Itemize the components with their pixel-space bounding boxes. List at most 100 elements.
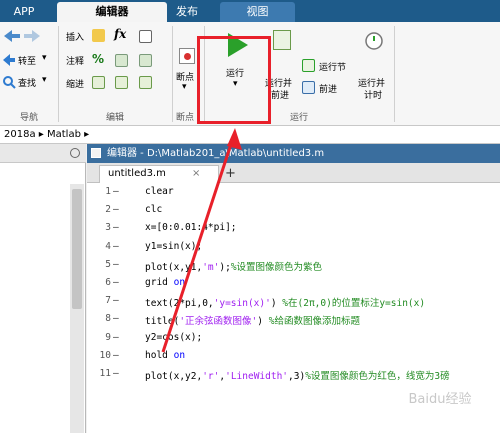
- run-section-icon: [302, 59, 315, 72]
- percent-icon: %: [92, 52, 105, 66]
- comment-button[interactable]: 注释 %: [62, 52, 110, 68]
- panel-menu-icon[interactable]: [70, 148, 80, 158]
- breakpoint-marker[interactable]: —: [113, 295, 119, 306]
- path-separator: ▸: [84, 129, 90, 140]
- code-text: hold on: [145, 349, 186, 361]
- code-text: clc: [145, 204, 163, 216]
- breakpoint-marker[interactable]: —: [113, 241, 119, 252]
- line-number: 4: [105, 240, 111, 252]
- add-tab-button[interactable]: +: [225, 166, 241, 182]
- line-number: 5: [105, 258, 111, 270]
- run-advance-label-2: 前进: [271, 91, 290, 101]
- breakpoint-marker[interactable]: —: [113, 332, 119, 343]
- tab-view[interactable]: 视图: [220, 2, 295, 22]
- breakpoint-marker[interactable]: —: [113, 277, 119, 288]
- ribbon-tab-strip: APP 编辑器 发布 视图: [0, 0, 500, 22]
- scrollbar-thumb[interactable]: [72, 189, 82, 309]
- line-number: 7: [105, 295, 111, 307]
- breakpoints-button[interactable]: 断点 ▾: [176, 48, 198, 98]
- uncomment-icon[interactable]: [115, 54, 128, 67]
- breakpoint-marker[interactable]: —: [113, 368, 119, 379]
- decrease-indent-icon[interactable]: [139, 76, 152, 89]
- code-line[interactable]: 5— plot(x,y1,'m');%设置图像颜色为紫色: [87, 259, 500, 277]
- insert-section-icon[interactable]: [139, 30, 152, 43]
- advance-button[interactable]: 前进: [302, 80, 352, 96]
- highlight-box: [197, 36, 271, 124]
- insert-icon: [92, 29, 105, 42]
- line-number: 3: [105, 222, 111, 234]
- group-label-edit: 编辑: [105, 113, 124, 123]
- indent-button[interactable]: 缩进: [62, 75, 110, 91]
- breakpoint-marker[interactable]: —: [113, 222, 119, 233]
- advance-icon: [302, 81, 315, 94]
- wrap-comments-icon[interactable]: [139, 54, 152, 67]
- breakpoint-marker[interactable]: —: [113, 350, 119, 361]
- breakpoint-icon: [179, 48, 195, 64]
- run-and-time-button[interactable]: 运行并 计时: [356, 26, 392, 102]
- go-to-label: 转至: [18, 57, 37, 67]
- back-arrow-icon: [4, 30, 40, 42]
- go-to-arrow-icon: [3, 54, 15, 66]
- back-forward-buttons[interactable]: [2, 28, 42, 44]
- watermark: Baidu经验: [408, 392, 472, 407]
- path-segment-version[interactable]: 2018a: [4, 129, 36, 140]
- close-icon[interactable]: ×: [192, 166, 200, 182]
- code-text: clear: [145, 186, 174, 197]
- line-number: 11: [99, 368, 111, 379]
- line-number: 1: [105, 186, 111, 197]
- code-text: x=[0:0.01:4*pi];: [145, 222, 237, 234]
- insert-button[interactable]: 插入: [62, 28, 110, 44]
- panel-header: [0, 144, 86, 163]
- indent-label: 缩进: [66, 80, 85, 90]
- run-time-label-2: 计时: [364, 91, 383, 101]
- code-text: grid on: [145, 277, 186, 288]
- run-section-button[interactable]: 运行节: [302, 58, 352, 74]
- smart-indent-icon: [92, 76, 105, 89]
- divider: [394, 26, 395, 122]
- code-text: plot(x,y2,'r','LineWidth',3)%设置图像颜色为红色，线…: [145, 371, 450, 382]
- breakpoint-marker[interactable]: —: [113, 204, 119, 215]
- code-line[interactable]: 7— text(2*pi,0,'y=sin(x)') %在(2π,0)的位置标注y…: [87, 295, 500, 313]
- code-text: y2=cos(x);: [145, 331, 203, 343]
- group-label-navigation: 导航: [19, 113, 38, 123]
- code-line[interactable]: 6— grid on: [87, 277, 500, 295]
- code-text: y1=sin(x);: [145, 240, 203, 252]
- run-section-label: 运行节: [319, 63, 347, 73]
- breakpoint-marker[interactable]: —: [113, 313, 119, 324]
- go-to-button[interactable]: 转至 ▾: [2, 52, 50, 68]
- code-line[interactable]: 10— hold on: [87, 350, 500, 368]
- breakpoint-marker[interactable]: —: [113, 259, 119, 270]
- increase-indent-icon[interactable]: [115, 76, 128, 89]
- line-number: 9: [105, 331, 111, 343]
- code-line[interactable]: 2— clc: [87, 204, 500, 222]
- group-label-breakpoint: 断点: [175, 113, 194, 123]
- tab-app[interactable]: APP: [0, 2, 48, 22]
- line-number: 6: [105, 277, 111, 288]
- chevron-down-icon: ▾: [42, 75, 47, 85]
- tab-editor[interactable]: 编辑器: [57, 2, 167, 22]
- chevron-down-icon: ▾: [182, 82, 187, 92]
- function-button[interactable]: fx: [114, 27, 136, 45]
- line-number: 10: [99, 349, 111, 361]
- code-text: plot(x,y1,'m');%设置图像颜色为紫色: [145, 261, 323, 273]
- find-button[interactable]: 查找 ▾: [2, 74, 52, 90]
- code-line[interactable]: 9— y2=cos(x);: [87, 332, 500, 350]
- comment-label: 注释: [66, 57, 85, 67]
- code-line[interactable]: 11— plot(x,y2,'r','LineWidth',3)%设置图像颜色为红…: [87, 368, 500, 386]
- divider: [172, 26, 173, 122]
- code-line[interactable]: 3— x=[0:0.01:4*pi];: [87, 222, 500, 240]
- divider: [58, 26, 59, 122]
- code-line[interactable]: 4— y1=sin(x);: [87, 241, 500, 259]
- line-number: 2: [105, 204, 111, 216]
- editor-window-icon: [91, 148, 101, 158]
- tab-publish[interactable]: 发布: [167, 2, 207, 22]
- editor-title: 编辑器 - D:\Matlab201_a\Matlab\untitled3.m: [107, 148, 325, 159]
- path-segment-matlab[interactable]: Matlab: [47, 129, 81, 140]
- tab-untitled3[interactable]: untitled3.m ×: [99, 165, 219, 183]
- breakpoint-marker[interactable]: —: [113, 186, 119, 197]
- current-folder-bar[interactable]: 2018a ▸ Matlab ▸: [0, 126, 500, 144]
- code-line[interactable]: 1— clear: [87, 186, 500, 204]
- code-line[interactable]: 8— title('正余弦函数图像') %给函数图像添加标题: [87, 313, 500, 331]
- advance-label: 前进: [319, 85, 338, 95]
- path-separator: ▸: [38, 129, 44, 140]
